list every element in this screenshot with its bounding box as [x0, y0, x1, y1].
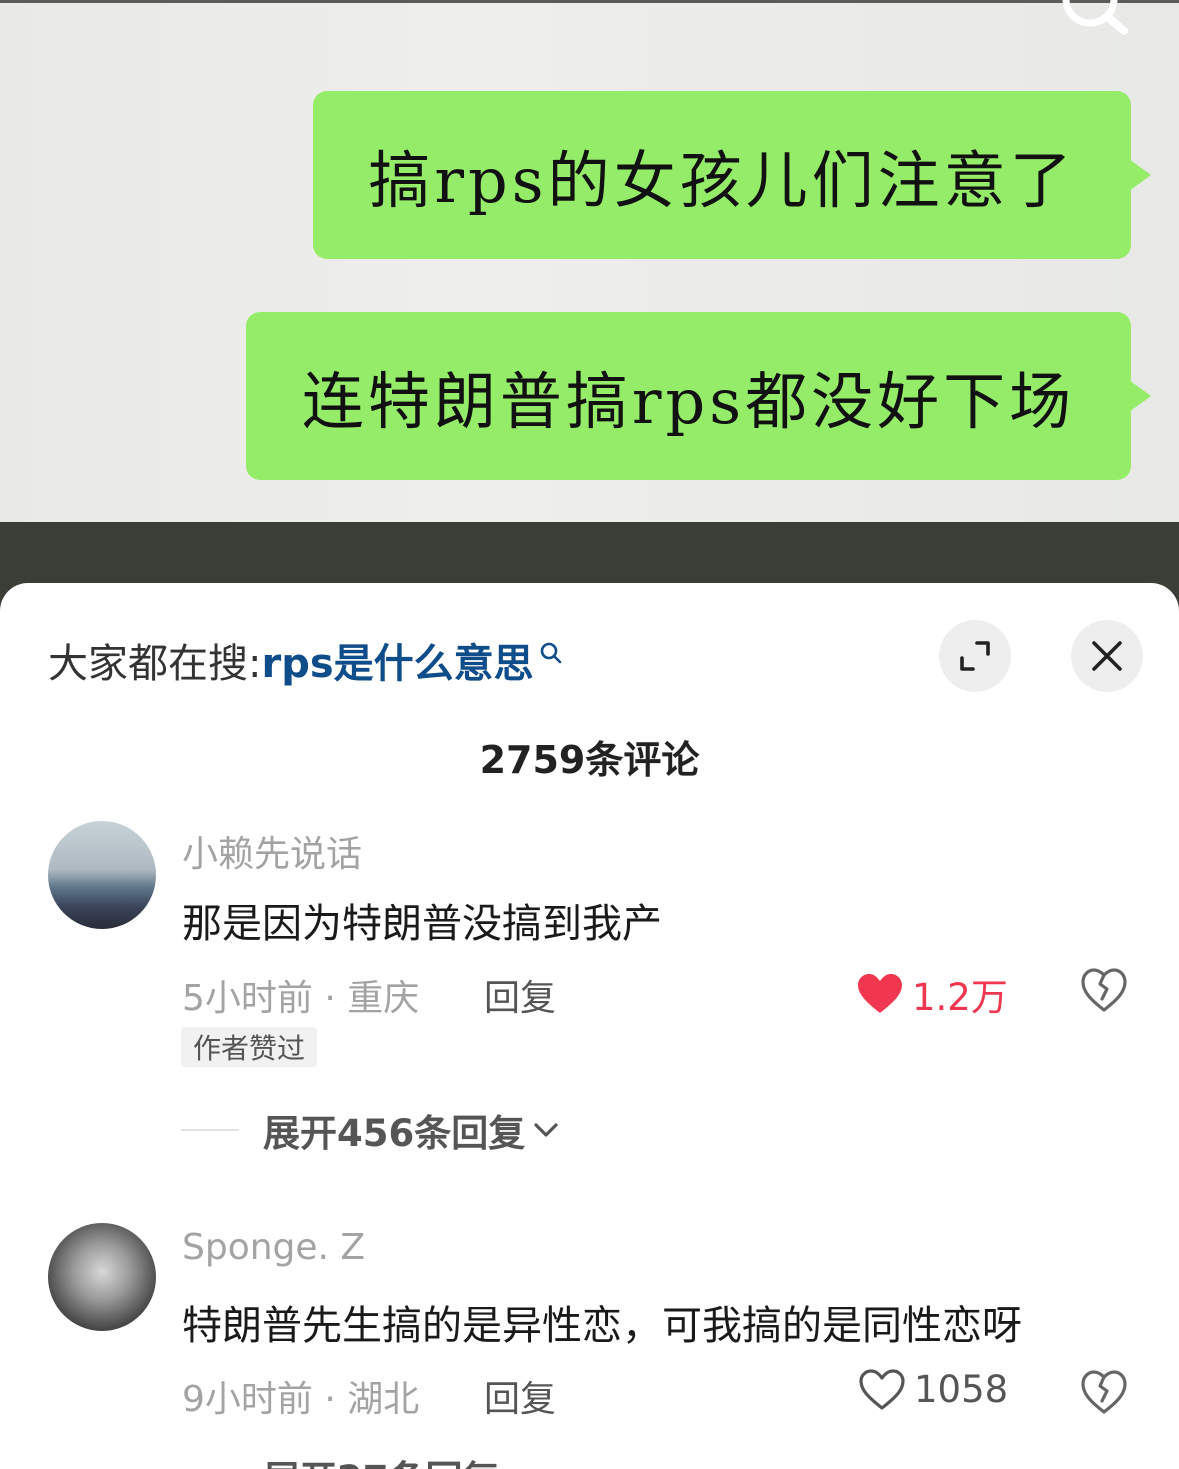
like-count: 1058 [914, 1368, 1009, 1411]
close-icon [1092, 641, 1122, 671]
dislike-icon[interactable] [1080, 967, 1128, 1013]
hot-search-term[interactable]: rps是什么意思 [261, 631, 533, 689]
reply-button[interactable]: 回复 [484, 1370, 556, 1422]
like-count: 1.2万 [912, 976, 1008, 1019]
search-icon [540, 642, 561, 664]
heart-icon [859, 1368, 905, 1410]
comment-username[interactable]: 小赖先说话 [182, 825, 362, 877]
chat-bubble: 搞rps的女孩儿们注意了 [313, 91, 1151, 259]
like-button[interactable]: 1058 [858, 1368, 1008, 1411]
comment-text[interactable]: 那是因为特朗普没搞到我产 [182, 891, 662, 949]
reply-button[interactable]: 回复 [484, 969, 556, 1021]
expand-icon [960, 641, 990, 671]
like-button[interactable]: 1.2万 [856, 967, 1008, 1021]
hot-search-label: 大家都在搜: [48, 641, 262, 687]
comment-sheet: 大家都在搜: rps是什么意思 2759条评论 小赖先说话 那是因为特朗普没搞到… [0, 583, 1179, 1469]
chat-bubble: 连特朗普搞rps都没好下场 [246, 312, 1151, 480]
avatar[interactable] [48, 821, 156, 929]
video-area[interactable]: 搞rps的女孩儿们注意了 连特朗普搞rps都没好下场 [0, 0, 1179, 522]
expand-replies-label: 展开27条回复 [263, 1449, 500, 1469]
comment-count: 2759条评论 [479, 738, 700, 782]
divider [181, 1129, 239, 1131]
avatar[interactable] [48, 1223, 156, 1331]
expand-replies-button[interactable]: 展开456条回复 [181, 1103, 559, 1157]
heart-icon [858, 974, 902, 1013]
chevron-down-icon [534, 1123, 558, 1137]
comment-time-location: 9小时前 · 湖北 [182, 1379, 420, 1420]
search-icon[interactable] [1058, 0, 1128, 43]
dislike-icon[interactable] [1080, 1369, 1128, 1415]
expand-replies-label: 展开456条回复 [263, 1112, 526, 1155]
comment-username[interactable]: Sponge. Z [182, 1227, 365, 1268]
close-button[interactable] [1071, 620, 1143, 692]
expand-button[interactable] [939, 620, 1011, 692]
hot-search-link[interactable]: 大家都在搜: rps是什么意思 [48, 631, 564, 689]
expand-replies-button[interactable]: 展开27条回复 [181, 1449, 534, 1469]
comment-time-location: 5小时前 · 重庆 [182, 978, 420, 1019]
author-liked-badge: 作者赞过 [181, 1027, 318, 1067]
comment-text[interactable]: 特朗普先生搞的是异性恋，可我搞的是同性恋呀 [182, 1293, 1022, 1351]
